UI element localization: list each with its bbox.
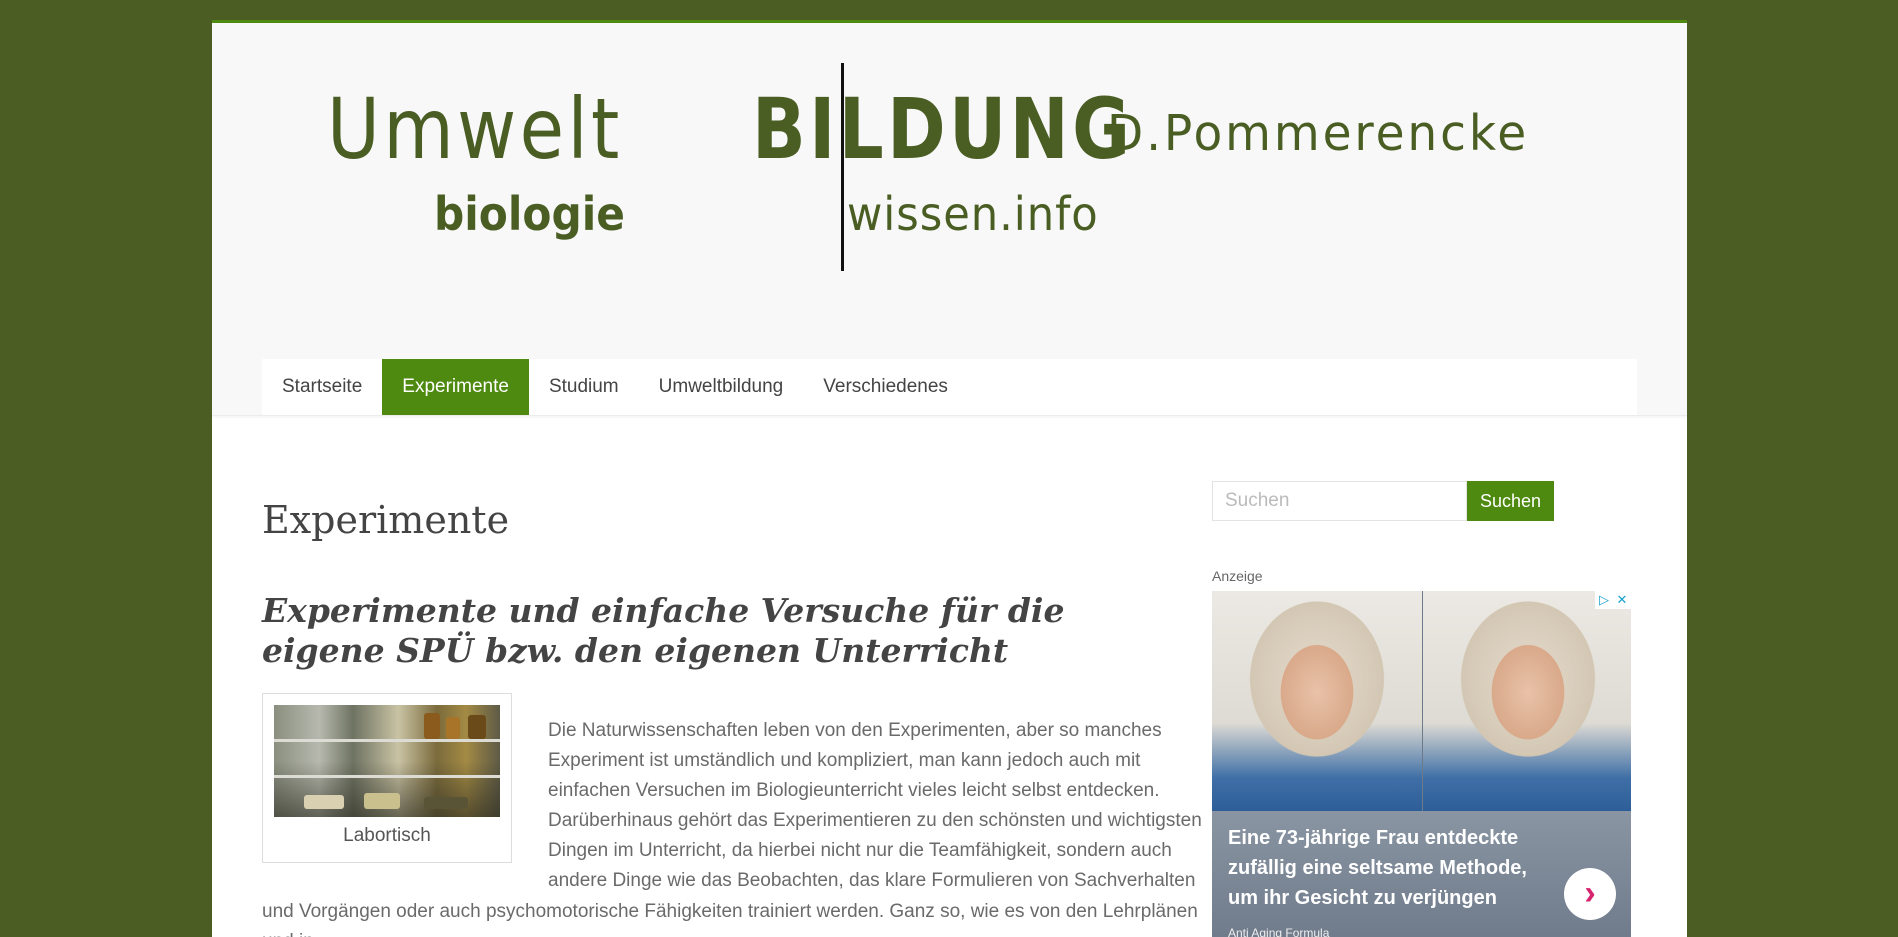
header-divider [212,415,1687,416]
logo-author-name: D.Pommerencke [1107,105,1530,162]
nav-item-studium[interactable]: Studium [529,359,639,415]
logo-umwelt-text: Umwelt [327,80,623,178]
nav-item-verschiedenes[interactable]: Verschiedenes [803,359,968,415]
logo-bildung-text: BILDUNG [752,80,1134,178]
labortisch-image[interactable] [274,705,500,817]
page-title: Experimente [262,498,510,542]
nav-item-umweltbildung[interactable]: Umweltbildung [639,359,804,415]
logo-wissen-text: wissen.info [847,187,1099,241]
ad-badges: ▷ ✕ [1595,591,1631,609]
search-input[interactable]: Suchen [1212,481,1467,521]
ad-photo-right [1423,591,1631,811]
nav-item-experimente[interactable]: Experimente [382,359,529,415]
ad-photo-left [1212,591,1422,811]
ad-source: Anti Aging Formula [1228,926,1330,937]
article-figure: Labortisch [262,693,512,863]
advertisement[interactable]: Eine 73-jährige Frau entdeckte zufällig … [1212,591,1631,937]
page-container: Umwelt BILDUNG biologie wissen.info D.Po… [212,20,1687,937]
search-button[interactable]: Suchen [1467,481,1554,521]
article-heading: Experimente und einfache Versuche für di… [262,591,1065,670]
logo-biologie-text: biologie [434,187,625,241]
chevron-right-icon[interactable]: › [1564,868,1616,920]
site-logo[interactable]: Umwelt BILDUNG biologie wissen.info [327,43,1130,283]
nav-item-startseite[interactable]: Startseite [262,359,382,415]
ad-headline[interactable]: Eine 73-jährige Frau entdeckte zufällig … [1228,823,1558,913]
close-icon[interactable]: ✕ [1613,591,1631,609]
ad-label: Anzeige [1212,568,1263,584]
main-navigation: Startseite Experimente Studium Umweltbil… [262,359,1637,415]
adchoices-icon[interactable]: ▷ [1595,591,1613,609]
site-header: Umwelt BILDUNG biologie wissen.info D.Po… [212,23,1687,418]
figure-caption: Labortisch [343,825,431,846]
